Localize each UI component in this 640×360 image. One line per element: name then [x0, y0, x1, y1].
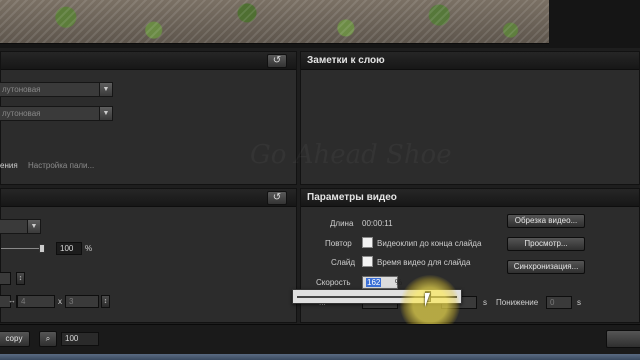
height-input[interactable]: 3 — [65, 295, 99, 308]
preview-button[interactable]: Просмотр... — [507, 237, 585, 251]
width-input[interactable]: 4 — [17, 295, 55, 308]
speed-input[interactable]: 162 — [362, 276, 398, 289]
stepper-icon[interactable]: ↕ — [101, 295, 110, 308]
background-select-2[interactable]: лутоновая ▼ — [0, 106, 113, 121]
sync-button[interactable]: Синхронизация... — [507, 260, 585, 274]
layer-settings-header: ↺ — [1, 52, 296, 70]
zoom-input[interactable]: 100 — [61, 332, 99, 346]
speed-value: 162 — [366, 278, 382, 287]
lower-label: Понижение — [496, 298, 539, 307]
slide-label: Слайд — [331, 258, 356, 267]
speed-slider-popup[interactable] — [292, 289, 462, 304]
select-value: лутоновая — [2, 109, 41, 118]
scale-slider-track[interactable] — [1, 248, 43, 249]
window-bottom-border — [0, 354, 640, 360]
ok-button[interactable] — [606, 330, 640, 348]
resize-icon: ↔ — [8, 296, 16, 305]
chevron-down-icon[interactable]: ▼ — [99, 107, 112, 120]
search-icon[interactable]: ⌕ — [39, 331, 57, 347]
position-input[interactable] — [0, 272, 11, 285]
speed-slider-track[interactable] — [297, 296, 457, 298]
slide-checkbox[interactable] — [362, 256, 373, 267]
scale-slider-handle[interactable] — [39, 244, 45, 253]
lower-unit: s — [577, 298, 581, 307]
watermark-text: Go Ahead Shoe — [250, 140, 452, 170]
palette-settings-link[interactable]: Настройка пали... — [28, 161, 94, 170]
transform-panel: ↺ ▼ 100 % ↕ ↕ ↔ 4 x 3 ↕ — [0, 188, 297, 323]
slide-checkbox-label: Время видео для слайда — [377, 258, 471, 267]
trim-video-button[interactable]: Обрезка видео... — [507, 214, 585, 228]
lower-input[interactable]: 0 — [546, 296, 572, 309]
repeat-label: Повтор — [325, 239, 352, 248]
transform-select[interactable]: ▼ — [0, 219, 41, 234]
reset-icon[interactable]: ↺ — [267, 191, 287, 205]
speed-unit: % — [395, 278, 403, 287]
seconds-unit: s — [483, 298, 487, 307]
transform-header: ↺ — [1, 189, 296, 207]
notes-header: Заметки к слою — [301, 52, 639, 70]
stepper-icon[interactable]: ↕ — [16, 272, 25, 285]
mode-label: ения — [0, 161, 18, 170]
select-value: лутоновая — [2, 85, 41, 94]
video-params-title: Параметры видео — [307, 192, 397, 203]
reset-icon[interactable]: ↺ — [267, 54, 287, 68]
chevron-down-icon[interactable]: ▼ — [27, 220, 40, 233]
chevron-down-icon[interactable]: ▼ — [99, 83, 112, 96]
scale-unit: % — [85, 244, 93, 253]
video-thumbnail — [0, 0, 549, 44]
scale-input[interactable]: 100 — [56, 242, 82, 255]
copy-button[interactable]: copy — [0, 331, 30, 347]
mouse-cursor-icon — [425, 293, 430, 307]
repeat-checkbox[interactable] — [362, 237, 373, 248]
length-value: 00:00:11 — [362, 219, 393, 228]
slide-preview-strip — [0, 0, 640, 48]
speed-label: Скорость — [316, 278, 351, 287]
repeat-checkbox-label: Видеоклип до конца слайда — [377, 239, 482, 248]
dimension-separator: x — [58, 297, 62, 306]
video-params-header: Параметры видео — [301, 189, 639, 207]
background-select-1[interactable]: лутоновая ▼ — [0, 82, 113, 97]
length-label: Длина — [330, 219, 354, 228]
notes-title: Заметки к слою — [307, 55, 385, 66]
